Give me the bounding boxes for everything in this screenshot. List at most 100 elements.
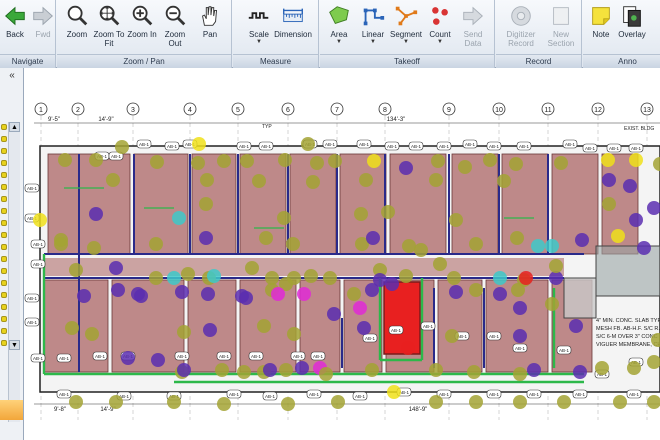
count-marker[interactable] (429, 173, 443, 187)
count-marker[interactable] (167, 395, 181, 409)
count-marker[interactable] (237, 365, 251, 379)
count-marker[interactable] (381, 205, 395, 219)
count-marker[interactable] (245, 261, 259, 275)
count-marker[interactable] (69, 395, 83, 409)
list-item[interactable] (1, 244, 7, 250)
list-item[interactable] (1, 292, 7, 298)
scroll-down-arrow-icon[interactable]: ▼ (9, 340, 20, 350)
count-marker[interactable] (111, 283, 125, 297)
count-marker[interactable] (623, 179, 637, 193)
count-marker[interactable] (629, 153, 643, 167)
count-marker[interactable] (172, 211, 186, 225)
count-marker[interactable] (458, 160, 472, 174)
count-marker[interactable] (647, 395, 660, 409)
room-area[interactable] (133, 153, 189, 255)
list-item[interactable] (1, 124, 7, 130)
list-item[interactable] (1, 268, 7, 274)
count-marker[interactable] (265, 271, 279, 285)
area-button[interactable]: Area ▼ (322, 3, 356, 53)
count-marker[interactable] (527, 363, 541, 377)
count-marker[interactable] (385, 277, 399, 291)
list-item[interactable] (1, 280, 7, 286)
count-marker[interactable] (469, 395, 483, 409)
scroll-up-arrow-icon[interactable]: ▲ (9, 122, 20, 132)
count-marker[interactable] (365, 283, 379, 297)
list-item[interactable] (1, 316, 7, 322)
count-marker[interactable] (493, 287, 507, 301)
count-marker[interactable] (69, 263, 83, 277)
list-item[interactable] (1, 232, 7, 238)
count-marker[interactable] (33, 213, 47, 227)
count-marker[interactable] (347, 287, 361, 301)
count-marker[interactable] (331, 395, 345, 409)
digitizer-record-button[interactable]: Digitizer Record (500, 3, 542, 53)
count-marker[interactable] (239, 291, 253, 305)
count-marker[interactable] (85, 327, 99, 341)
count-marker[interactable] (545, 239, 559, 253)
count-marker[interactable] (181, 267, 195, 281)
count-marker[interactable] (511, 283, 525, 297)
count-marker[interactable] (469, 237, 483, 251)
count-marker[interactable] (149, 271, 163, 285)
count-marker[interactable] (493, 271, 507, 285)
count-marker[interactable] (240, 154, 254, 168)
count-marker[interactable] (402, 239, 416, 253)
count-marker[interactable] (601, 153, 615, 167)
count-marker[interactable] (89, 207, 103, 221)
count-marker[interactable] (319, 367, 333, 381)
count-marker[interactable] (278, 153, 292, 167)
count-marker[interactable] (414, 243, 428, 257)
count-marker[interactable] (613, 395, 627, 409)
count-marker[interactable] (367, 154, 381, 168)
send-data-button[interactable]: Send Data (456, 3, 490, 53)
list-item[interactable] (1, 184, 7, 190)
list-item[interactable] (1, 304, 7, 310)
count-marker[interactable] (323, 271, 337, 285)
count-marker[interactable] (575, 233, 589, 247)
count-marker[interactable] (545, 297, 559, 311)
count-marker[interactable] (467, 365, 481, 379)
count-marker[interactable] (175, 285, 189, 299)
count-marker[interactable] (286, 237, 300, 251)
count-marker[interactable] (327, 307, 341, 321)
list-item[interactable] (1, 136, 7, 142)
count-marker[interactable] (149, 237, 163, 251)
count-marker[interactable] (328, 154, 342, 168)
drawing-canvas[interactable]: 1 2 3 4 5 6 7 8 9 10 11 12 13 9'-5" 14'-9" 134'-3" 9'-8"… (24, 68, 660, 440)
count-marker[interactable] (429, 395, 443, 409)
count-marker[interactable] (271, 287, 285, 301)
dimension-button[interactable]: Dimension (269, 3, 317, 53)
count-marker[interactable] (554, 156, 568, 170)
room-area-grey[interactable] (595, 245, 660, 297)
count-marker[interactable] (167, 271, 181, 285)
count-marker[interactable] (109, 261, 123, 275)
list-item[interactable] (1, 172, 7, 178)
count-marker[interactable] (177, 363, 191, 377)
list-item[interactable] (1, 340, 7, 346)
count-marker[interactable] (573, 365, 587, 379)
count-marker[interactable] (557, 395, 571, 409)
fwd-button[interactable]: Fwd (30, 3, 56, 53)
count-marker[interactable] (89, 153, 103, 167)
count-marker[interactable] (595, 361, 609, 375)
count-marker[interactable] (387, 385, 401, 399)
count-marker[interactable] (531, 239, 545, 253)
segment-button[interactable]: Segment ▼ (389, 3, 423, 53)
count-marker[interactable] (549, 271, 563, 285)
zoom-to-fit-button[interactable]: Zoom To Fit (93, 3, 125, 53)
count-marker[interactable] (469, 283, 483, 297)
count-marker[interactable] (569, 319, 583, 333)
count-marker[interactable] (109, 395, 123, 409)
count-marker[interactable] (201, 287, 215, 301)
new-section-button[interactable]: New Section (540, 3, 582, 53)
list-item[interactable] (1, 208, 7, 214)
count-marker[interactable] (259, 231, 273, 245)
count-marker[interactable] (252, 174, 266, 188)
list-item[interactable] (1, 148, 7, 154)
floor-plan[interactable]: 1 2 3 4 5 6 7 8 9 10 11 12 139'-5" 14'-9" 134'-3"9'-8"… (24, 68, 660, 440)
count-marker[interactable] (497, 174, 511, 188)
count-marker[interactable] (287, 327, 301, 341)
count-marker[interactable] (177, 325, 191, 339)
list-item[interactable] (1, 160, 7, 166)
count-marker[interactable] (310, 156, 324, 170)
